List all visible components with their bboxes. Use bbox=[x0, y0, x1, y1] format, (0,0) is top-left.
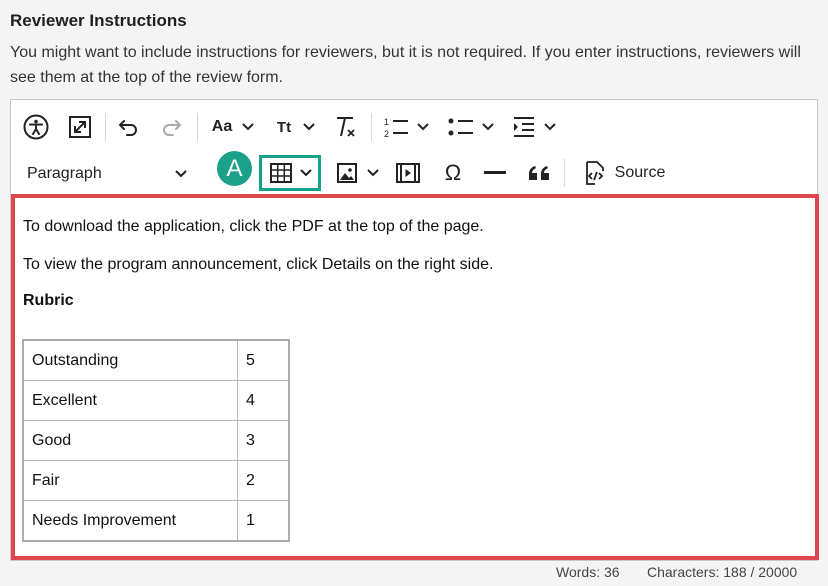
table-row: Needs Improvement 1 bbox=[23, 500, 289, 541]
character-count: Characters: 188 / 20000 bbox=[647, 564, 798, 580]
source-label: Source bbox=[614, 164, 666, 181]
special-character-button[interactable]: Ω bbox=[439, 160, 467, 186]
indent-icon bbox=[514, 117, 534, 137]
table-row: Outstanding 5 bbox=[23, 340, 289, 381]
chevron-down-icon bbox=[417, 123, 429, 131]
table-cell[interactable]: Excellent bbox=[23, 380, 238, 421]
image-icon bbox=[337, 163, 357, 183]
paragraph-style-label: Paragraph bbox=[27, 165, 102, 182]
callout-badge: A bbox=[217, 151, 252, 186]
accessibility-icon bbox=[23, 114, 49, 140]
undo-button[interactable] bbox=[115, 114, 141, 140]
svg-text:1: 1 bbox=[384, 117, 389, 127]
accessibility-button[interactable] bbox=[21, 112, 51, 142]
horizontal-line-icon bbox=[484, 171, 506, 174]
omega-icon: Ω bbox=[444, 160, 462, 185]
source-code-icon bbox=[585, 161, 604, 185]
table-cell[interactable]: 1 bbox=[237, 500, 289, 541]
redo-button[interactable] bbox=[159, 114, 185, 140]
table-row: Fair 2 bbox=[23, 460, 289, 501]
media-icon bbox=[396, 163, 420, 183]
fullscreen-icon bbox=[69, 116, 91, 138]
editor-toolbar: Aa Tt 1 2 Paragraph A Ω Source bbox=[11, 100, 817, 193]
redo-icon bbox=[163, 120, 182, 136]
instruction-line-1: To download the application, click the P… bbox=[23, 218, 484, 235]
paragraph-style-dropdown[interactable]: Paragraph bbox=[27, 160, 187, 188]
table-row: Good 3 bbox=[23, 420, 289, 461]
chevron-down-icon bbox=[175, 170, 187, 178]
instruction-line-2: To view the program announcement, click … bbox=[23, 256, 494, 273]
chevron-down-icon bbox=[544, 123, 556, 131]
fullscreen-button[interactable] bbox=[65, 112, 95, 142]
bulleted-list-dropdown[interactable] bbox=[445, 112, 497, 142]
chevron-down-icon bbox=[300, 169, 312, 177]
section-title: Reviewer Instructions bbox=[10, 11, 187, 30]
numbered-list-icon: 1 2 bbox=[384, 117, 408, 139]
undo-icon bbox=[118, 120, 137, 136]
insert-table-dropdown[interactable] bbox=[265, 160, 317, 186]
section-description: You might want to include instructions f… bbox=[10, 44, 801, 86]
font-size-dropdown[interactable]: Tt bbox=[273, 114, 319, 140]
rubric-heading: Rubric bbox=[23, 292, 74, 309]
font-family-icon: Aa bbox=[211, 118, 233, 135]
chevron-down-icon bbox=[303, 123, 315, 131]
numbered-list-dropdown[interactable]: 1 2 bbox=[381, 112, 431, 142]
insert-media-button[interactable] bbox=[394, 160, 422, 186]
horizontal-line-button[interactable] bbox=[481, 160, 509, 186]
quote-icon bbox=[529, 166, 549, 180]
editor-content-area[interactable]: To download the application, click the P… bbox=[11, 194, 819, 560]
font-size-icon: Tt bbox=[276, 118, 292, 136]
source-button[interactable]: Source bbox=[579, 158, 669, 188]
table-cell[interactable]: Outstanding bbox=[23, 340, 238, 381]
chevron-down-icon bbox=[242, 123, 254, 131]
svg-text:2: 2 bbox=[384, 129, 389, 139]
rich-text-editor: Aa Tt 1 2 Paragraph A Ω Source To downlo… bbox=[10, 99, 819, 561]
bulleted-list-icon bbox=[448, 118, 473, 136]
table-icon bbox=[270, 163, 292, 183]
font-family-dropdown[interactable]: Aa bbox=[207, 114, 259, 140]
table-row: Excellent 4 bbox=[23, 380, 289, 421]
remove-format-button[interactable] bbox=[333, 112, 359, 142]
blockquote-button[interactable] bbox=[525, 160, 553, 186]
table-cell[interactable]: Needs Improvement bbox=[23, 500, 238, 541]
table-cell[interactable]: 5 bbox=[237, 340, 289, 381]
table-cell[interactable]: 4 bbox=[237, 380, 289, 421]
chevron-down-icon bbox=[482, 123, 494, 131]
table-cell[interactable]: Fair bbox=[23, 460, 238, 501]
insert-image-dropdown[interactable] bbox=[333, 160, 383, 186]
word-count: Words: 36 bbox=[556, 564, 620, 580]
chevron-down-icon bbox=[367, 169, 379, 177]
table-cell[interactable]: Good bbox=[23, 420, 238, 461]
table-cell[interactable]: 2 bbox=[237, 460, 289, 501]
rubric-table[interactable]: Outstanding 5 Excellent 4 Good 3 Fair 2 … bbox=[22, 339, 290, 542]
remove-format-icon bbox=[337, 117, 355, 137]
table-cell[interactable]: 3 bbox=[237, 420, 289, 461]
indent-dropdown[interactable] bbox=[509, 112, 559, 142]
